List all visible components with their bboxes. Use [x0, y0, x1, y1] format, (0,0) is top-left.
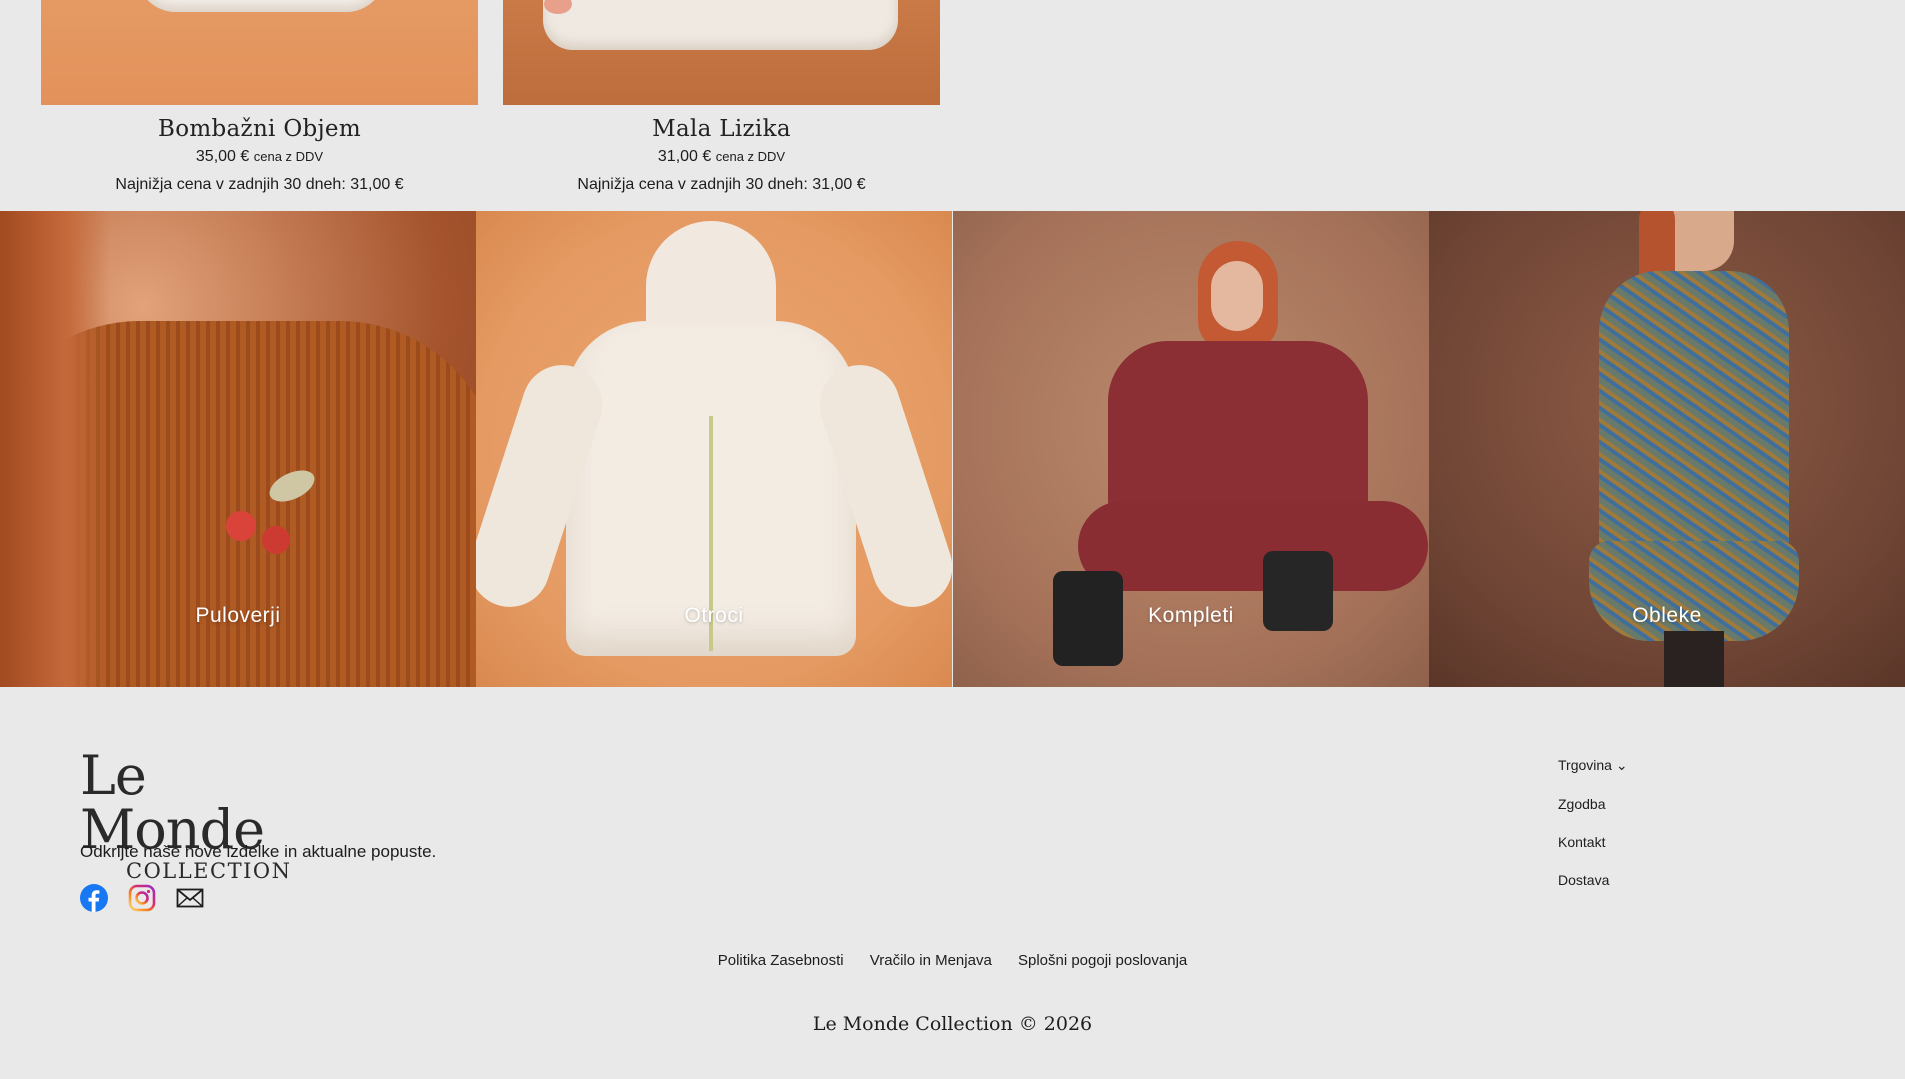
- footer-tagline: Odkrijte naše nove izdelke in aktualne p…: [80, 842, 437, 861]
- site-footer: Le Monde COLLECTION Odkrijte naše nove i…: [0, 687, 1905, 1079]
- product-name[interactable]: Mala Lizika: [503, 116, 940, 142]
- menu-item-zgodba[interactable]: Zgodba: [1558, 796, 1628, 812]
- product-image[interactable]: [41, 0, 478, 105]
- category-label: Obleke: [1632, 604, 1702, 627]
- product-grid: Bombažni Objem 35,00 € cena z DDV Najniž…: [0, 0, 1905, 211]
- menu-item-dostava[interactable]: Dostava: [1558, 872, 1628, 888]
- footer-menu: Trgovina ⌄ Zgodba Kontakt Dostava: [1558, 757, 1628, 910]
- product-price: 35,00 € cena z DDV: [195, 148, 324, 165]
- category-tile-obleke[interactable]: Obleke: [1429, 211, 1905, 687]
- category-tiles: Puloverji Otroci Kompleti Obleke: [0, 211, 1905, 687]
- category-tile-puloverji[interactable]: Puloverji: [0, 211, 476, 687]
- category-tile-otroci[interactable]: Otroci: [476, 211, 952, 687]
- footer-logo[interactable]: Le Monde COLLECTION: [80, 749, 322, 884]
- social-links: [80, 884, 204, 912]
- category-label: Kompleti: [1148, 604, 1234, 627]
- product-image[interactable]: [503, 0, 940, 105]
- lowest-price-note: Najnižja cena v zadnjih 30 dneh: 31,00 €: [115, 176, 404, 193]
- product-card[interactable]: Mala Lizika 31,00 € cena z DDV Najnižja …: [503, 0, 940, 194]
- copyright: Le Monde Collection © 2026: [812, 1013, 1093, 1035]
- category-label: Otroci: [684, 604, 744, 627]
- product-card[interactable]: Bombažni Objem 35,00 € cena z DDV Najniž…: [41, 0, 478, 194]
- legal-links: Politika Zasebnosti Vračilo in Menjava S…: [0, 952, 1905, 969]
- terms-link[interactable]: Splošni pogoji poslovanja: [1018, 952, 1187, 969]
- lowest-price-note: Najnižja cena v zadnjih 30 dneh: 31,00 €: [577, 176, 866, 193]
- instagram-icon[interactable]: [128, 884, 156, 912]
- menu-item-kontakt[interactable]: Kontakt: [1558, 834, 1628, 850]
- category-label: Puloverji: [195, 604, 281, 627]
- product-name[interactable]: Bombažni Objem: [41, 116, 478, 142]
- mail-icon[interactable]: [176, 884, 204, 912]
- facebook-icon[interactable]: [80, 884, 108, 912]
- menu-item-trgovina[interactable]: Trgovina ⌄: [1558, 757, 1628, 774]
- category-tile-kompleti[interactable]: Kompleti: [953, 211, 1429, 687]
- privacy-policy-link[interactable]: Politika Zasebnosti: [718, 952, 844, 969]
- product-price: 31,00 € cena z DDV: [657, 148, 786, 165]
- returns-link[interactable]: Vračilo in Menjava: [870, 952, 992, 969]
